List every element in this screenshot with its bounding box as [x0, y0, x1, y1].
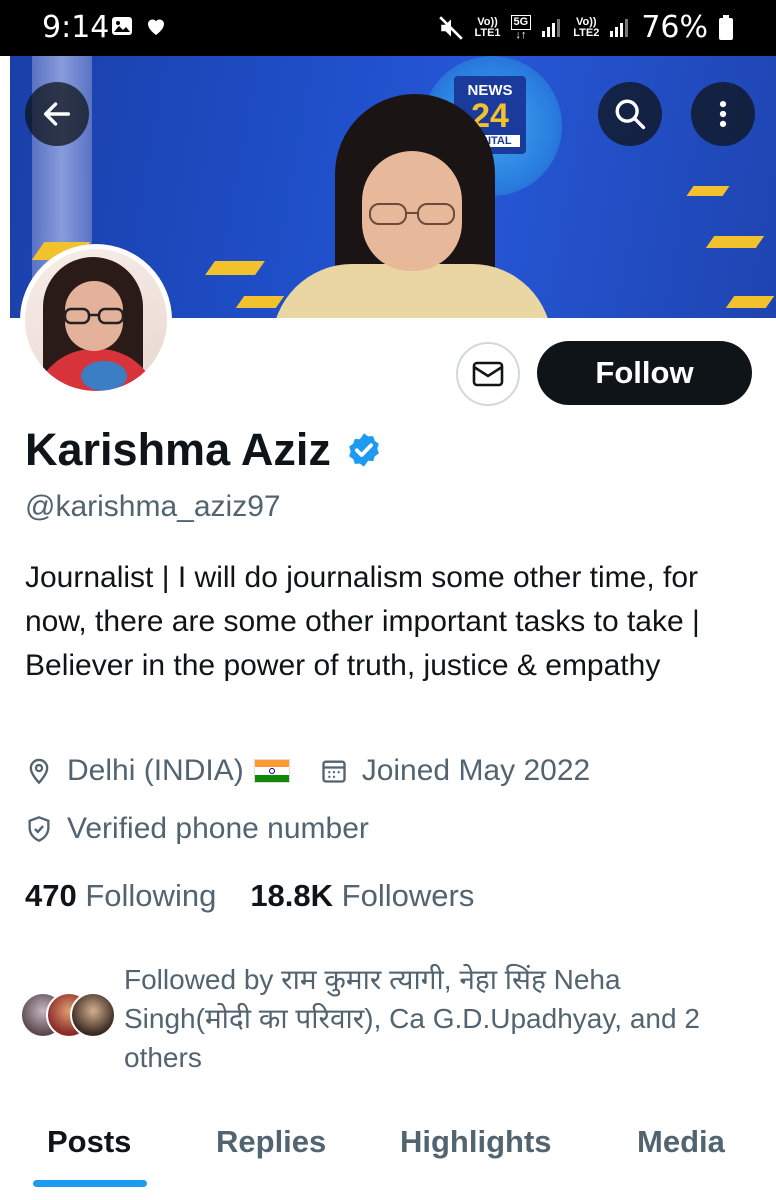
tab-posts[interactable]: Posts [47, 1124, 131, 1160]
follow-stats: 470 Following 18.8K Followers [25, 878, 474, 914]
status-bar: 9:14 Vo)) LTE1 5G ↓↑ Vo)) LTE2 76% [0, 0, 776, 56]
profile-bio: Journalist | I will do journalism some o… [25, 561, 700, 682]
profile-meta-row: Delhi (INDIA) Joined May 2022 [25, 754, 590, 788]
location-pin-icon [29, 758, 49, 785]
banner-stripe [725, 296, 775, 308]
profile-avatar[interactable] [20, 244, 172, 396]
following-link[interactable]: 470 Following [25, 878, 216, 914]
banner-stripe [705, 236, 765, 248]
profile-joined-date: Joined May 2022 [361, 754, 591, 787]
battery-percent: 76% [641, 10, 708, 45]
verified-phone-row: Verified phone number [25, 812, 369, 846]
followers-link[interactable]: 18.8K Followers [250, 878, 474, 914]
profile-name-row: Karishma Aziz [25, 424, 383, 476]
calendar-icon [322, 760, 346, 783]
tab-replies[interactable]: Replies [216, 1124, 326, 1160]
battery-icon [719, 14, 733, 40]
back-button[interactable] [25, 82, 89, 146]
followers-count: 18.8K [250, 878, 334, 913]
arrow-left-icon [43, 102, 71, 126]
mute-icon [439, 15, 464, 40]
banner-stripe [686, 186, 730, 196]
banner-person-body [272, 264, 552, 318]
shield-check-icon [28, 816, 50, 842]
follower-avatar [70, 992, 116, 1038]
follow-button[interactable]: Follow [537, 341, 752, 405]
banner-stripe [235, 296, 285, 308]
tab-highlights[interactable]: Highlights [400, 1124, 552, 1160]
profile-handle: @karishma_aziz97 [25, 490, 281, 523]
active-tab-indicator [33, 1180, 147, 1187]
verified-badge-icon [349, 433, 379, 467]
tab-media[interactable]: Media [637, 1124, 725, 1160]
search-button[interactable] [598, 82, 662, 146]
network-lte2: Vo)) LTE2 [573, 15, 600, 39]
network-5g: 5G ↓↑ [510, 14, 532, 41]
heart-icon [148, 19, 164, 35]
more-vertical-icon [719, 100, 727, 128]
signal-icon-2 [610, 18, 629, 37]
search-icon [615, 99, 646, 130]
verified-phone-label: Verified phone number [67, 812, 369, 845]
profile-name: Karishma Aziz [25, 424, 331, 475]
banner-stripe [205, 261, 265, 275]
network-lte1: Vo)) LTE1 [474, 15, 501, 39]
status-time: 9:14 [42, 10, 110, 45]
more-options-button[interactable] [691, 82, 755, 146]
followed-by-avatars[interactable] [20, 992, 120, 1044]
mail-icon [472, 361, 504, 387]
avatar-photo [25, 249, 167, 391]
banner-person-glasses [369, 203, 455, 225]
followed-by-text[interactable]: Followed by राम कुमार त्यागी, नेहा सिंह … [124, 960, 744, 1077]
signal-icon [542, 18, 561, 37]
image-icon [112, 17, 132, 35]
profile-location: Delhi (INDIA) [67, 754, 244, 787]
message-button[interactable] [456, 342, 520, 406]
india-flag-icon [253, 759, 290, 783]
following-count: 470 [25, 878, 77, 913]
